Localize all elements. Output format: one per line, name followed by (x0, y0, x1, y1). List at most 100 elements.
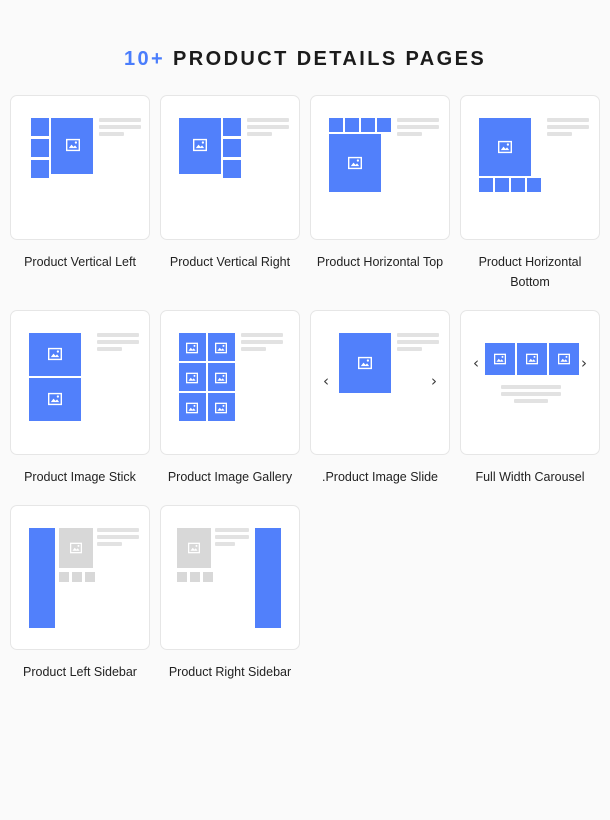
text-line (97, 347, 123, 351)
text-line (215, 542, 236, 546)
text-line (397, 125, 439, 129)
thumbnail-3[interactable] (223, 160, 241, 178)
grid-cell: ‹ › Full Width Carousel (460, 310, 600, 487)
text-lines (501, 385, 561, 406)
page-title-text: PRODUCT DETAILS PAGES (173, 48, 487, 70)
carousel-next-icon[interactable]: › (581, 356, 587, 371)
text-line (547, 125, 589, 129)
card-label: Full Width Carousel (475, 470, 585, 484)
image-icon (48, 347, 62, 361)
text-lines (547, 118, 589, 139)
thumbnail-3[interactable] (203, 572, 213, 582)
text-line (99, 118, 141, 122)
sidebar-panel[interactable] (255, 528, 281, 628)
image-icon (358, 356, 372, 370)
text-line (397, 118, 439, 122)
thumbnail-1[interactable] (177, 572, 187, 582)
image-icon (186, 372, 198, 384)
text-line (397, 132, 423, 136)
thumbnail-2[interactable] (345, 118, 359, 132)
card-label: Product Left Sidebar (23, 665, 137, 679)
text-line (241, 347, 267, 351)
page-title: 10+ PRODUCT DETAILS PAGES (0, 0, 610, 71)
text-line (247, 118, 289, 122)
text-lines (97, 528, 139, 549)
page-root: 10+ PRODUCT DETAILS PAGES Product Vertic… (0, 0, 610, 820)
sidebar-panel[interactable] (29, 528, 55, 628)
thumbnail-4[interactable] (527, 178, 541, 192)
text-line (97, 528, 139, 532)
text-lines (215, 528, 249, 549)
image-icon (526, 353, 538, 365)
image-icon (48, 392, 62, 406)
image-icon (558, 353, 570, 365)
text-line (215, 528, 249, 532)
image-icon (215, 372, 227, 384)
card-full-width-carousel[interactable]: ‹ › (460, 310, 600, 455)
carousel-prev-icon[interactable]: ‹ (323, 374, 329, 389)
thumbnail-2[interactable] (31, 139, 49, 157)
grid-cell: Product Right Sidebar (160, 505, 300, 682)
text-line (241, 333, 283, 337)
grid-cell: Product Left Sidebar (10, 505, 150, 682)
thumbnail-1[interactable] (479, 178, 493, 192)
template-grid: Product Vertical Left Product Vertical R… (0, 95, 610, 700)
card-product-vertical-right[interactable] (160, 95, 300, 240)
text-line (97, 542, 123, 546)
thumbnail-2[interactable] (72, 572, 82, 582)
card-product-image-gallery[interactable] (160, 310, 300, 455)
grid-cell: Product Vertical Right (160, 95, 300, 292)
text-lines (397, 118, 439, 139)
page-title-spacer (165, 48, 173, 70)
text-lines (97, 333, 139, 354)
image-icon (186, 402, 198, 414)
image-icon (66, 138, 80, 152)
card-product-image-stick[interactable] (10, 310, 150, 455)
thumbnail-3[interactable] (31, 160, 49, 178)
thumbnail-3[interactable] (511, 178, 525, 192)
text-lines (247, 118, 289, 139)
thumbnail-2[interactable] (190, 572, 200, 582)
carousel-prev-icon[interactable]: ‹ (473, 356, 479, 371)
grid-cell: Product Image Gallery (160, 310, 300, 487)
thumbnail-1[interactable] (223, 118, 241, 136)
image-icon (186, 342, 198, 354)
text-lines (99, 118, 141, 139)
image-icon (498, 140, 512, 154)
card-product-horizontal-top[interactable] (310, 95, 450, 240)
card-product-right-sidebar[interactable] (160, 505, 300, 650)
thumbnail-3[interactable] (85, 572, 95, 582)
card-label: Product Image Gallery (167, 470, 293, 484)
text-line (241, 340, 283, 344)
text-line (501, 392, 561, 396)
text-lines (397, 333, 439, 354)
text-line (215, 535, 249, 539)
card-product-vertical-left[interactable] (10, 95, 150, 240)
thumbnail-1[interactable] (59, 572, 69, 582)
text-line (397, 340, 439, 344)
card-product-image-slide[interactable]: ‹ › (310, 310, 450, 455)
card-product-left-sidebar[interactable] (10, 505, 150, 650)
text-line (501, 385, 561, 389)
thumbnail-3[interactable] (361, 118, 375, 132)
card-product-horizontal-bottom[interactable] (460, 95, 600, 240)
thumbnail-2[interactable] (223, 139, 241, 157)
image-icon (215, 342, 227, 354)
thumbnail-4[interactable] (377, 118, 391, 132)
grid-cell: Product Horizontal Top (310, 95, 450, 292)
text-line (97, 340, 139, 344)
text-line (99, 132, 125, 136)
card-label: .Product Image Slide (321, 470, 439, 484)
image-icon (193, 138, 207, 152)
carousel-next-icon[interactable]: › (431, 374, 437, 389)
thumbnail-1[interactable] (329, 118, 343, 132)
grid-cell: Product Horizontal Bottom (460, 95, 600, 292)
card-label: Product Vertical Left (24, 255, 136, 269)
text-line (99, 125, 141, 129)
text-line (397, 333, 439, 337)
image-icon (215, 402, 227, 414)
card-label: Product Right Sidebar (168, 665, 292, 679)
image-icon (70, 542, 82, 554)
thumbnail-1[interactable] (31, 118, 49, 136)
thumbnail-2[interactable] (495, 178, 509, 192)
